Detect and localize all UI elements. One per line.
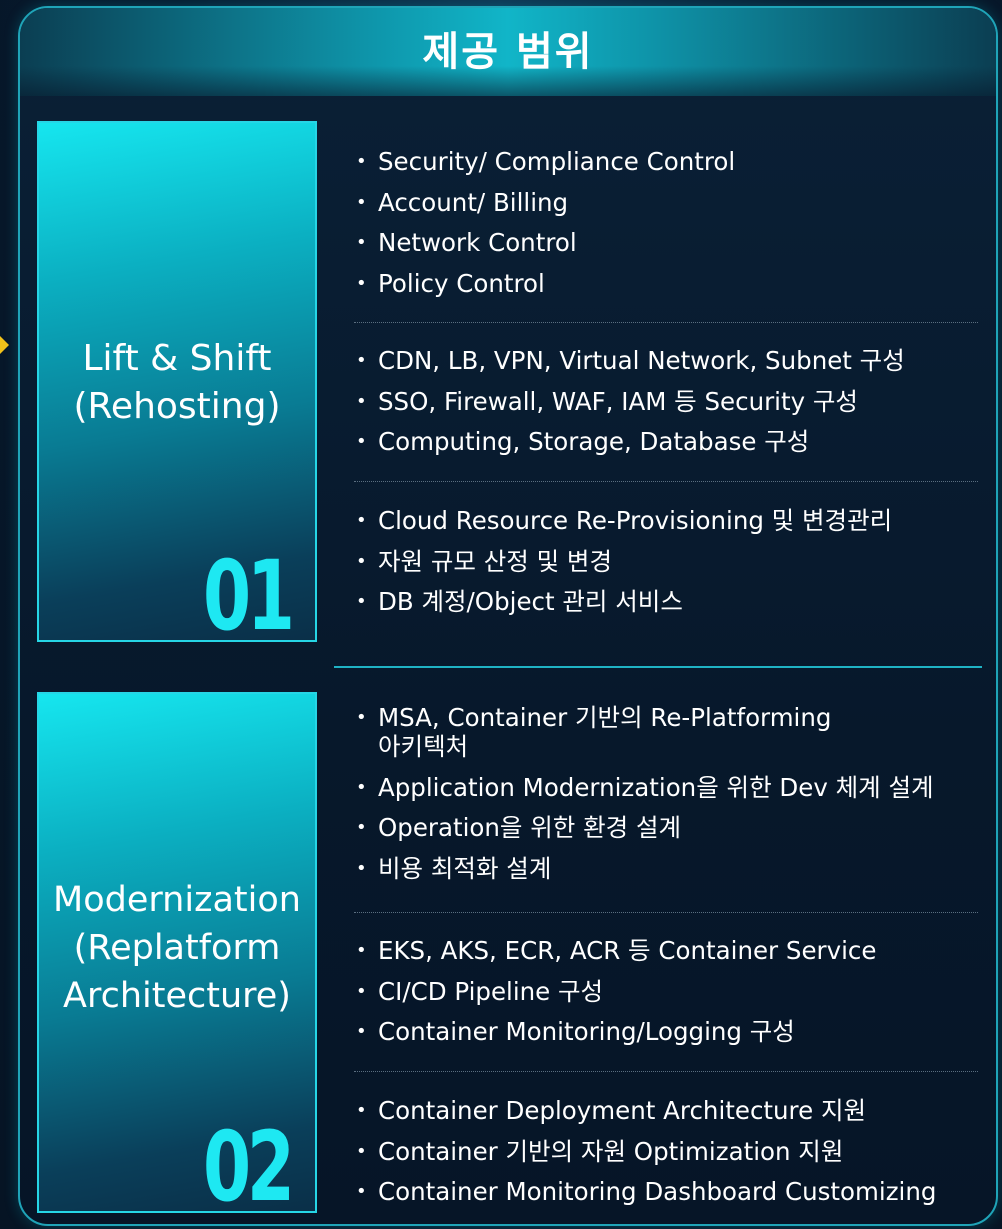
bullet-list: EKS, AKS, ECR, ACR 등 Container Service C… xyxy=(352,936,980,1046)
divider xyxy=(354,912,978,913)
title-band: 제공 범위 xyxy=(20,8,996,96)
bullet-list: MSA, Container 기반의 Re-Platforming 아키텍처 A… xyxy=(352,703,980,883)
list-item: Application Modernization을 위한 Dev 체계 설계 xyxy=(352,773,980,802)
list-item: 비용 최적화 설계 xyxy=(352,854,980,883)
item-group: Cloud Resource Re-Provisioning 및 변경관리 자원… xyxy=(352,506,980,628)
list-item: Container Monitoring/Logging 구성 xyxy=(352,1017,980,1046)
bullet-list: Security/ Compliance Control Account/ Bi… xyxy=(352,147,980,298)
list-item: Account/ Billing xyxy=(352,188,980,217)
card-title: Modernization (Replatform Architecture) xyxy=(53,880,301,1016)
item-group: Container Deployment Architecture 지원 Con… xyxy=(352,1096,980,1218)
bullet-list: Container Deployment Architecture 지원 Con… xyxy=(352,1096,980,1206)
list-item: SSO, Firewall, WAF, IAM 등 Security 구성 xyxy=(352,387,980,416)
item-group: MSA, Container 기반의 Re-Platforming 아키텍처 A… xyxy=(352,703,980,894)
list-item: EKS, AKS, ECR, ACR 등 Container Service xyxy=(352,936,980,965)
list-item: Cloud Resource Re-Provisioning 및 변경관리 xyxy=(352,506,980,535)
section-card-modernization: Modernization (Replatform Architecture) … xyxy=(37,692,317,1223)
list-item: CDN, LB, VPN, Virtual Network, Subnet 구성 xyxy=(352,346,980,375)
bullet-list: Cloud Resource Re-Provisioning 및 변경관리 자원… xyxy=(352,506,980,616)
list-item: Operation을 위한 환경 설계 xyxy=(352,813,980,842)
list-item: Container Monitoring Dashboard Customizi… xyxy=(352,1177,980,1206)
divider xyxy=(354,481,978,482)
arrow-right-icon xyxy=(0,336,9,354)
list-item: Computing, Storage, Database 구성 xyxy=(352,427,980,456)
item-group: Security/ Compliance Control Account/ Bi… xyxy=(352,147,980,309)
list-item: Container Deployment Architecture 지원 xyxy=(352,1096,980,1125)
section-card-lift-shift: Lift & Shift (Rehosting) 01 xyxy=(37,121,317,652)
card-number: 01 xyxy=(203,540,295,652)
list-item: Container 기반의 자원 Optimization 지원 xyxy=(352,1137,980,1166)
list-item: Policy Control xyxy=(352,269,980,298)
list-item: MSA, Container 기반의 Re-Platforming 아키텍처 xyxy=(352,703,980,761)
item-group: EKS, AKS, ECR, ACR 등 Container Service C… xyxy=(352,936,980,1058)
item-group: CDN, LB, VPN, Virtual Network, Subnet 구성… xyxy=(352,346,980,468)
divider xyxy=(354,1071,978,1072)
list-item: 자원 규모 산정 및 변경 xyxy=(352,547,980,576)
card-number: 02 xyxy=(203,1111,295,1223)
list-item: Security/ Compliance Control xyxy=(352,147,980,176)
divider xyxy=(354,322,978,323)
card-title: Lift & Shift (Rehosting) xyxy=(73,338,281,427)
page-title: 제공 범위 xyxy=(422,29,594,75)
list-item: DB 계정/Object 관리 서비스 xyxy=(352,587,980,616)
bullet-list: CDN, LB, VPN, Virtual Network, Subnet 구성… xyxy=(352,346,980,456)
list-item: Network Control xyxy=(352,228,980,257)
list-item: CI/CD Pipeline 구성 xyxy=(352,977,980,1006)
section-divider xyxy=(334,666,982,668)
